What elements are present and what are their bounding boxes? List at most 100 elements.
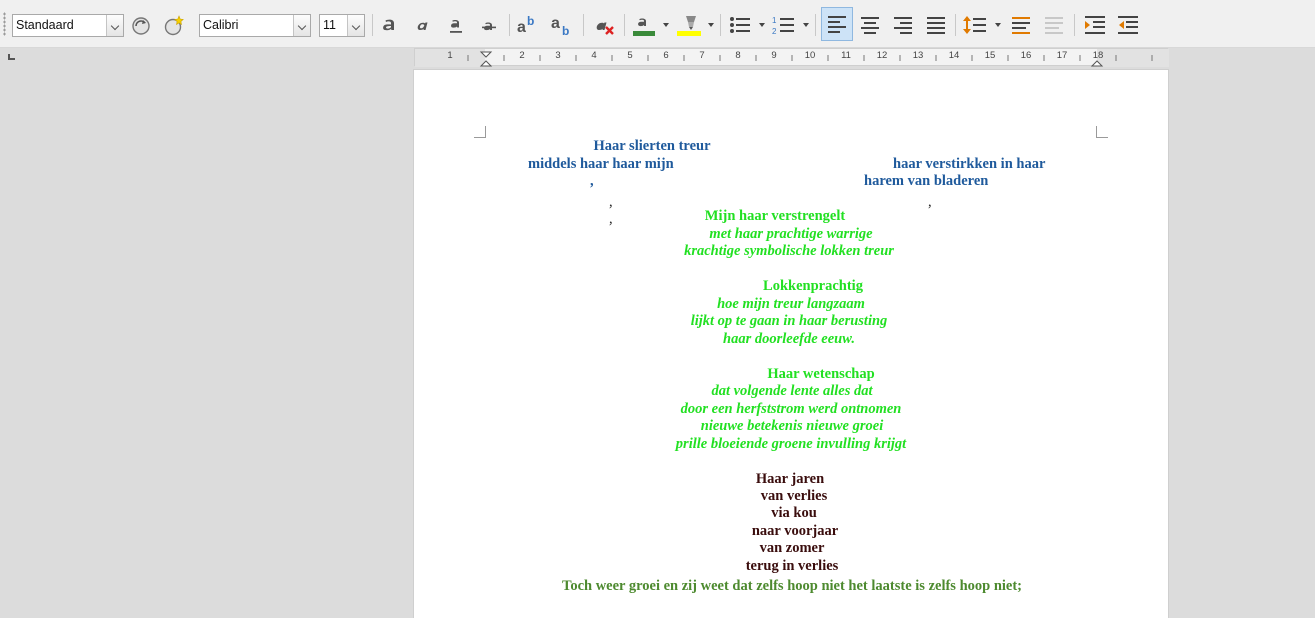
subscript-icon: a b bbox=[551, 15, 569, 36]
ruler-number: 10 bbox=[804, 50, 816, 61]
poem-line[interactable]: harem van bladeren bbox=[864, 173, 988, 190]
highlight-color-dropdown-icon[interactable] bbox=[708, 23, 714, 27]
poem-line[interactable]: Toch weer groei en zij weet dat zelfs ho… bbox=[562, 578, 1022, 595]
poem-line[interactable]: krachtige symbolische lokken treur bbox=[684, 243, 894, 260]
numbered-list-icon: 1 2 bbox=[772, 16, 794, 36]
poem-comma[interactable]: , bbox=[928, 194, 932, 211]
svg-text:b: b bbox=[562, 24, 569, 36]
ruler-number: 5 bbox=[627, 50, 633, 61]
toolbar-separator bbox=[955, 14, 956, 36]
poem-line[interactable]: met haar prachtige warrige bbox=[709, 226, 872, 243]
align-left-button[interactable] bbox=[821, 7, 853, 41]
ruler-number: 14 bbox=[948, 50, 960, 61]
numbered-list-button[interactable]: 1 2 bbox=[770, 10, 800, 40]
new-style-icon bbox=[164, 15, 184, 36]
new-style-button[interactable] bbox=[160, 10, 186, 40]
increase-indent-icon bbox=[1085, 16, 1105, 34]
poem-line[interactable]: hoe mijn treur langzaam bbox=[717, 296, 865, 313]
poem-line[interactable]: haar verstirkken in haar bbox=[893, 156, 1045, 173]
poem-line[interactable]: lijkt op te gaan in haar berusting bbox=[691, 313, 888, 330]
poem-line[interactable]: haar doorleefde eeuw. bbox=[723, 331, 855, 348]
underline-icon bbox=[450, 19, 462, 33]
strikethrough-button[interactable] bbox=[476, 10, 502, 40]
align-left-icon bbox=[828, 16, 846, 33]
poem-line[interactable]: van zomer bbox=[760, 540, 825, 557]
line-spacing-dropdown-icon[interactable] bbox=[995, 23, 1001, 27]
justify-button[interactable] bbox=[922, 10, 950, 40]
stanza-title[interactable]: Haar wetenschap bbox=[767, 366, 874, 383]
ruler-number: 15 bbox=[984, 50, 996, 61]
stanza-title[interactable]: Lokkenprachtig bbox=[763, 278, 863, 295]
decrease-paragraph-spacing-button[interactable] bbox=[1040, 10, 1068, 40]
decrease-indent-button[interactable] bbox=[1114, 10, 1142, 40]
italic-icon bbox=[417, 22, 428, 30]
font-color-button[interactable] bbox=[629, 10, 659, 40]
paragraph-spacing-icon bbox=[1012, 17, 1030, 34]
decrease-indent-icon bbox=[1118, 16, 1138, 34]
ruler-number: 4 bbox=[591, 50, 597, 61]
poem-line[interactable]: middels haar haar mijn bbox=[528, 156, 674, 173]
poem-comma[interactable]: , bbox=[609, 211, 613, 228]
toolbar-separator bbox=[372, 14, 373, 36]
poem-line[interactable]: terug in verlies bbox=[746, 558, 839, 575]
increase-indent-button[interactable] bbox=[1081, 10, 1109, 40]
poem-line[interactable]: via kou bbox=[771, 505, 817, 522]
poem-line[interactable]: prille bloeiende groene invulling krijgt bbox=[676, 436, 906, 453]
highlight-color-button[interactable] bbox=[673, 10, 705, 40]
poem-line[interactable]: naar voorjaar bbox=[752, 523, 838, 540]
poem-line[interactable]: nieuwe betekenis nieuwe groei bbox=[701, 418, 883, 435]
toolbar-separator bbox=[720, 14, 721, 36]
horizontal-ruler[interactable]: 1 2 3 4 5 6 7 8 9 10 11 12 13 14 15 16 17 18 bbox=[414, 48, 1169, 67]
svg-text:2: 2 bbox=[772, 27, 777, 36]
bullet-list-button[interactable] bbox=[726, 10, 756, 40]
font-name-select[interactable]: Calibri bbox=[199, 14, 311, 37]
ruler-number: 18 bbox=[1092, 50, 1104, 61]
poem-line[interactable]: van verlies bbox=[761, 488, 827, 505]
poem-line[interactable]: , bbox=[590, 173, 594, 190]
update-style-icon bbox=[132, 17, 150, 35]
align-right-icon bbox=[894, 17, 912, 34]
stanza-title[interactable]: Mijn haar verstrengelt bbox=[705, 208, 845, 225]
font-color-icon bbox=[633, 18, 655, 36]
font-size-select[interactable]: 11 bbox=[319, 14, 365, 37]
chevron-down-icon[interactable] bbox=[347, 15, 364, 36]
align-right-button[interactable] bbox=[889, 10, 917, 40]
align-center-button[interactable] bbox=[856, 10, 884, 40]
underline-button[interactable] bbox=[443, 10, 469, 40]
document-page[interactable]: Haar slierten treur middels haar haar mi… bbox=[414, 70, 1168, 618]
toolbar-grip[interactable] bbox=[3, 12, 6, 36]
ruler-number: 1 bbox=[447, 50, 453, 61]
superscript-icon: a b bbox=[517, 14, 534, 36]
chevron-down-icon[interactable] bbox=[106, 15, 123, 36]
subscript-button[interactable]: a b bbox=[548, 10, 576, 40]
poem-line[interactable]: door een herfststrom werd ontnomen bbox=[681, 401, 902, 418]
superscript-button[interactable]: a b bbox=[514, 10, 542, 40]
increase-paragraph-spacing-button[interactable] bbox=[1007, 10, 1035, 40]
ruler-number: 13 bbox=[912, 50, 924, 61]
paragraph-spacing-disabled-icon bbox=[1045, 17, 1063, 34]
poem-line[interactable]: Haar jaren bbox=[756, 471, 824, 488]
toolbar-separator bbox=[583, 14, 584, 36]
svg-text:1: 1 bbox=[772, 16, 777, 25]
tab-stop-selector[interactable] bbox=[8, 54, 15, 60]
bullet-list-icon bbox=[730, 17, 750, 33]
formatting-toolbar: Standaard Calibri 11 a b a b 1 2 bbox=[0, 0, 1315, 48]
poem-line[interactable]: Haar slierten treur bbox=[593, 138, 710, 155]
ruler-number: 2 bbox=[519, 50, 525, 61]
italic-button[interactable] bbox=[410, 10, 436, 40]
paragraph-style-select[interactable]: Standaard bbox=[12, 14, 124, 37]
bold-button[interactable] bbox=[377, 10, 403, 40]
line-spacing-button[interactable] bbox=[960, 10, 990, 40]
numbered-list-dropdown-icon[interactable] bbox=[803, 23, 809, 27]
update-style-button[interactable] bbox=[128, 10, 154, 40]
font-color-dropdown-icon[interactable] bbox=[663, 23, 669, 27]
toolbar-separator bbox=[815, 14, 816, 36]
poem-line[interactable]: dat volgende lente alles dat bbox=[711, 383, 872, 400]
chevron-down-icon[interactable] bbox=[293, 15, 310, 36]
clear-formatting-button[interactable] bbox=[589, 10, 619, 40]
ruler-number: 16 bbox=[1020, 50, 1032, 61]
poem-comma[interactable]: , bbox=[609, 194, 613, 211]
toolbar-separator bbox=[509, 14, 510, 36]
bullet-list-dropdown-icon[interactable] bbox=[759, 23, 765, 27]
ruler-number: 8 bbox=[735, 50, 741, 61]
